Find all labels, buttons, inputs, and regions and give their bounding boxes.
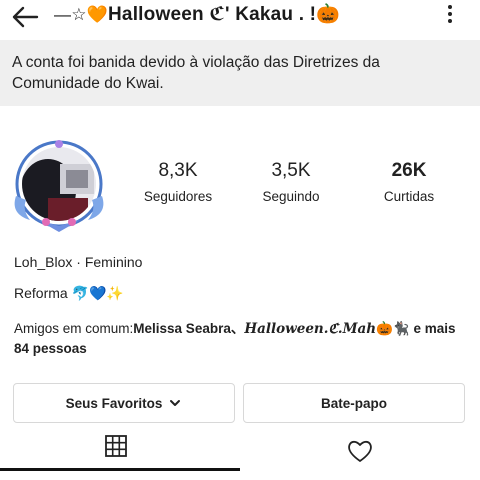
favorites-label: Seus Favoritos	[65, 395, 163, 411]
chat-label: Bate-papo	[320, 395, 387, 411]
stat-value: 3,5K	[271, 160, 311, 181]
kebab-menu-icon	[442, 5, 458, 23]
stat-likes[interactable]: 26K Curtidas	[364, 160, 454, 204]
meta-separator: ·	[76, 254, 81, 270]
profile-bio: Reforma 🐬💙✨	[14, 285, 124, 302]
mutual-emoji: 🎃🐈‍⬛	[376, 321, 410, 336]
arrow-left-icon	[12, 6, 39, 28]
ban-notice-banner: A conta foi banida devido à violação das…	[0, 40, 480, 106]
mutual-friends[interactable]: Amigos em comum:Melissa Seabra、Halloween…	[14, 319, 464, 359]
tab-posts-grid[interactable]	[104, 434, 132, 462]
avatar[interactable]	[8, 136, 110, 238]
title-decoration: —☆🧡	[54, 5, 109, 24]
title-name: Halloween ℭ' Kakau .	[108, 4, 305, 25]
stat-following[interactable]: 3,5K Seguindo	[246, 160, 336, 204]
profile-title: —☆🧡Halloween ℭ' Kakau . !🎃	[54, 2, 340, 26]
avatar-frame-icon	[14, 140, 104, 232]
mutual-fancy-name: Halloween.ℭ.Mah	[244, 321, 377, 337]
gender: Feminino	[84, 254, 143, 270]
back-button[interactable]	[8, 2, 42, 32]
grid-icon	[105, 435, 127, 457]
ban-notice-text: A conta foi banida devido à violação das…	[12, 54, 380, 92]
stat-label: Seguidores	[143, 189, 213, 204]
mutual-names: Melissa Seabra、	[133, 321, 245, 336]
chevron-down-icon	[170, 400, 181, 406]
stat-label: Seguindo	[262, 189, 320, 204]
profile-meta: Loh_Blox · Feminino	[14, 254, 142, 270]
active-tab-indicator	[0, 468, 240, 471]
bio-text: Reforma 🐬💙✨	[14, 285, 124, 301]
stat-label: Curtidas	[383, 189, 435, 204]
stat-value: 26K	[391, 160, 427, 181]
favorites-button[interactable]: Seus Favoritos	[13, 383, 235, 423]
stat-followers[interactable]: 8,3K Seguidores	[133, 160, 223, 204]
more-options-button[interactable]	[442, 2, 458, 32]
mutual-prefix: Amigos em comum:	[14, 321, 134, 336]
stat-value: 8,3K	[158, 160, 198, 181]
tab-liked[interactable]	[346, 438, 374, 466]
top-bar: —☆🧡Halloween ℭ' Kakau . !🎃	[0, 0, 480, 38]
username: Loh_Blox	[14, 254, 73, 270]
chat-button[interactable]: Bate-papo	[243, 383, 465, 423]
heart-icon	[348, 440, 372, 462]
title-suffix: !🎃	[304, 4, 341, 25]
